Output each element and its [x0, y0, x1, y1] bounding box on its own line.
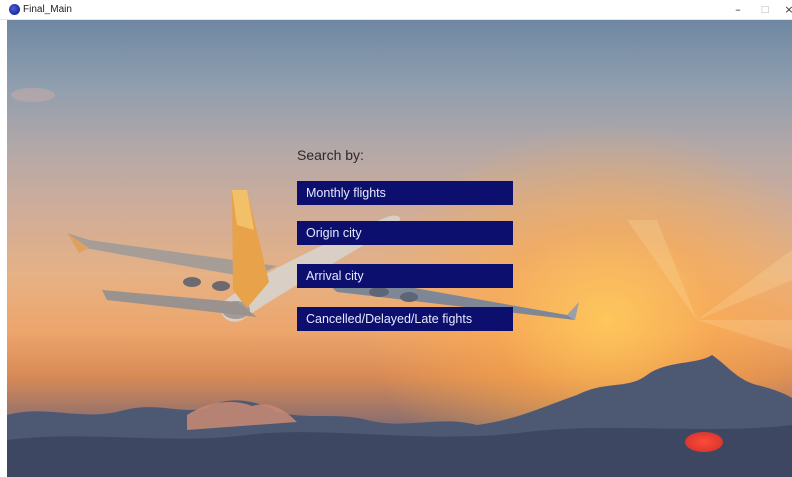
background-scenery	[7, 88, 792, 477]
sunbeams	[627, 220, 792, 350]
airplane	[67, 190, 579, 322]
app-canvas	[7, 20, 792, 477]
origin-city-button[interactable]: Origin city	[297, 221, 513, 245]
window-titlebar: Final_Main – □ ×	[0, 0, 792, 20]
monthly-flights-button[interactable]: Monthly flights	[297, 181, 513, 205]
search-by-heading: Search by:	[297, 147, 364, 163]
small-cloud	[11, 88, 55, 102]
app-icon	[9, 4, 20, 15]
close-button[interactable]: ×	[776, 1, 792, 19]
maximize-button[interactable]: □	[752, 1, 778, 19]
cancelled-delayed-late-flights-button[interactable]: Cancelled/Delayed/Late fights	[297, 307, 513, 331]
arrival-city-button[interactable]: Arrival city	[297, 264, 513, 288]
window-title: Final_Main	[23, 4, 72, 15]
sun-reflection	[685, 432, 723, 452]
minimize-button[interactable]: –	[725, 1, 751, 19]
